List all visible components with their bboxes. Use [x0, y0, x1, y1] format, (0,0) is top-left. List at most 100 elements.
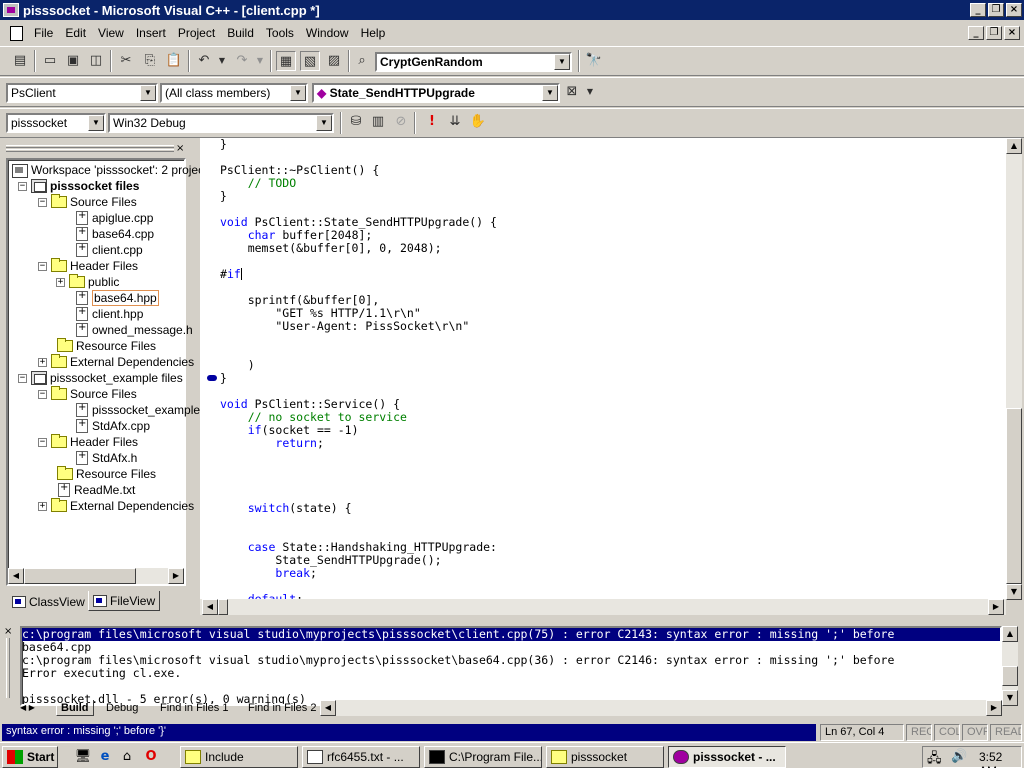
close-icon[interactable]: ×	[4, 626, 12, 637]
workspace-toggle-icon[interactable]: ▦	[276, 51, 296, 71]
tree-item-file[interactable]: ReadMe.txt	[58, 482, 135, 498]
code-line[interactable]	[220, 346, 497, 359]
tree-item-file[interactable]: client.hpp	[76, 306, 143, 322]
title-bar[interactable]: pisssocket - Microsoft Visual C++ - [cli…	[0, 0, 1024, 20]
menu-tools[interactable]: Tools	[260, 26, 300, 40]
panel-gripper[interactable]	[6, 149, 174, 152]
expand-icon[interactable]: +	[38, 357, 47, 367]
class-combo[interactable]: PsClient ▼	[6, 83, 158, 103]
members-combo[interactable]: (All class members) ▼	[160, 83, 308, 103]
clock[interactable]: 3:52 AM	[979, 750, 1021, 768]
scroll-left-icon[interactable]: ◀	[202, 599, 218, 615]
volume-icon[interactable]: 🔊	[951, 749, 967, 764]
chevron-down-icon[interactable]: ▼	[554, 54, 570, 70]
tab-find-in-files-2[interactable]: Find in Files 2	[244, 700, 320, 716]
explorer-icon[interactable]: ⌂	[118, 748, 136, 766]
tree-item-folder[interactable]: − Header Files	[38, 258, 138, 274]
cut-icon[interactable]: ✂	[116, 51, 136, 71]
collapse-icon[interactable]: −	[38, 437, 47, 447]
tree-item-folder[interactable]: Resource Files	[57, 466, 156, 482]
find-in-files-icon[interactable]: ⌕	[352, 51, 372, 71]
collapse-icon[interactable]: −	[38, 389, 47, 399]
window-list-icon[interactable]: ▨	[324, 51, 344, 71]
save-all-icon[interactable]: ◫	[86, 51, 106, 71]
task-pisssocket-folder[interactable]: pisssocket	[546, 746, 664, 768]
output-toggle-icon[interactable]: ▧	[300, 51, 320, 71]
chevron-down-icon[interactable]: ▼	[140, 85, 156, 101]
tab-fileview[interactable]: FileView	[88, 591, 161, 611]
compile-icon[interactable]: ⛁	[346, 112, 366, 132]
tree-item-workspace[interactable]: Workspace 'pisssocket': 2 projects	[12, 162, 213, 178]
chevron-down-icon[interactable]: ▼	[316, 115, 332, 131]
internet-explorer-icon[interactable]: e	[96, 748, 114, 766]
collapse-icon[interactable]: −	[38, 197, 47, 207]
redo-icon[interactable]: ↷	[232, 51, 252, 71]
doc-close-button[interactable]: ×	[1004, 26, 1020, 40]
code-line[interactable]: }	[220, 190, 497, 203]
task-include[interactable]: Include	[180, 746, 298, 768]
code-line[interactable]: memset(&buffer[0], 0, 2048);	[220, 242, 497, 255]
task-rfc6455[interactable]: rfc6455.txt - ...	[302, 746, 420, 768]
tree-item-folder[interactable]: − Source Files	[38, 194, 137, 210]
tree-item-folder[interactable]: + External Dependencies	[38, 498, 194, 514]
scroll-right-icon[interactable]: ▶	[986, 700, 1002, 716]
close-button[interactable]: ×	[1006, 3, 1022, 17]
collapse-icon[interactable]: −	[38, 261, 47, 271]
expand-icon[interactable]: +	[56, 277, 65, 287]
code-text[interactable]: } PsClient::~PsClient() { // TODO} void …	[220, 138, 497, 600]
chevron-down-icon[interactable]: ▼	[88, 115, 104, 131]
code-line[interactable]: #if	[220, 268, 497, 281]
output-hscrollbar[interactable]: ◀ ▶	[320, 700, 1002, 716]
scroll-up-icon[interactable]: ▲	[1002, 626, 1018, 642]
tab-build[interactable]: Build	[56, 700, 94, 716]
menu-help[interactable]: Help	[355, 26, 392, 40]
tree-item-file[interactable]: base64.cpp	[76, 226, 154, 242]
chevron-down-icon[interactable]: ▼	[542, 85, 558, 101]
minimize-button[interactable]: _	[970, 3, 986, 17]
tree-item-project[interactable]: − pisssocket files	[18, 178, 139, 194]
tree-item-project[interactable]: − pisssocket_example files	[18, 370, 183, 386]
copy-icon[interactable]: ⎘	[140, 51, 160, 71]
code-line[interactable]: // TODO	[220, 177, 497, 190]
network-icon[interactable]: 🖧	[927, 749, 942, 768]
output-vscrollbar[interactable]: ▲ ▼	[1002, 626, 1018, 706]
document-icon[interactable]	[8, 25, 24, 41]
panel-gripper[interactable]	[6, 145, 174, 148]
tree-item-file[interactable]: base64.hpp	[76, 290, 159, 306]
configuration-combo[interactable]: Win32 Debug ▼	[108, 113, 334, 133]
scroll-down-icon[interactable]: ▼	[1002, 690, 1018, 706]
code-line[interactable]: "User-Agent: PissSocket\r\n"	[220, 320, 497, 333]
tree-item-file[interactable]: owned_message.h	[76, 322, 193, 338]
tree-item-folder[interactable]: Resource Files	[57, 338, 156, 354]
output-text[interactable]: c:\program files\microsoft visual studio…	[20, 626, 1002, 706]
find-icon[interactable]: 🔭	[584, 51, 604, 71]
code-line[interactable]: }	[220, 138, 497, 151]
code-line[interactable]	[220, 476, 497, 489]
execute-icon[interactable]: !	[422, 112, 442, 132]
scroll-right-icon[interactable]: ▶	[988, 599, 1004, 615]
stop-build-icon[interactable]: ⊘	[391, 112, 411, 132]
function-combo[interactable]: ◆ State_SendHTTPUpgrade ▼	[312, 83, 560, 103]
paste-icon[interactable]: 📋	[164, 51, 184, 71]
scroll-left-icon[interactable]: ◀	[8, 568, 24, 584]
code-line[interactable]: return;	[220, 437, 497, 450]
collapse-icon[interactable]: −	[18, 373, 27, 383]
code-line[interactable]: }	[220, 372, 497, 385]
code-line[interactable]	[220, 515, 497, 528]
menu-project[interactable]: Project	[172, 26, 221, 40]
project-combo[interactable]: pisssocket ▼	[6, 113, 106, 133]
scroll-thumb[interactable]	[24, 568, 136, 584]
tab-scroll-right-icon[interactable]: ▶	[29, 703, 35, 712]
show-desktop-icon[interactable]: 🖥	[74, 748, 92, 766]
editor-hscrollbar[interactable]: ◀ ▶	[200, 599, 1006, 615]
undo-dropdown-icon[interactable]: ▼	[212, 51, 232, 71]
save-icon[interactable]: ▣	[63, 51, 83, 71]
code-editor[interactable]: } PsClient::~PsClient() { // TODO} void …	[200, 138, 1006, 600]
code-line[interactable]	[220, 255, 497, 268]
tree-item-folder[interactable]: − Source Files	[38, 386, 137, 402]
tab-find-in-files-1[interactable]: Find in Files 1	[156, 700, 232, 716]
scroll-thumb[interactable]	[218, 599, 228, 615]
tree-item-file[interactable]: StdAfx.cpp	[76, 418, 150, 434]
close-icon[interactable]: ×	[176, 143, 184, 154]
menu-edit[interactable]: Edit	[59, 26, 92, 40]
